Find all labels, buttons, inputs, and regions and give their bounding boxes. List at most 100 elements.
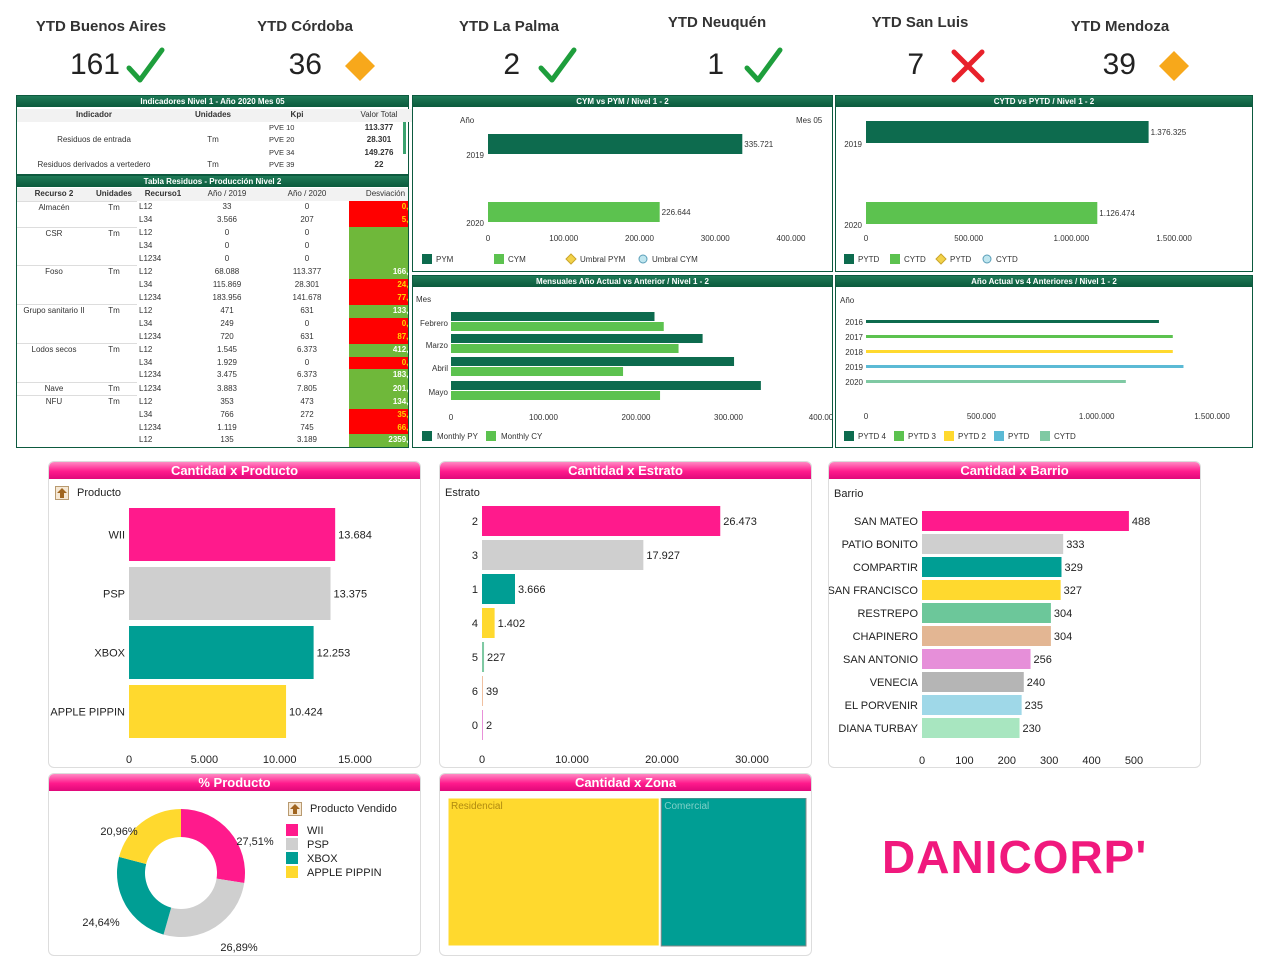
bar: [922, 649, 1031, 669]
legend-label: Monthly CY: [501, 432, 543, 441]
scrollbar[interactable]: [403, 122, 406, 154]
unidades-cell: Tm: [91, 343, 137, 357]
pct-producto-title: % Producto: [49, 774, 420, 791]
header-cell[interactable]: Kpi: [255, 109, 339, 122]
mensuales-chart-panel: Mensuales Año Actual vs Anterior / Nivel…: [412, 275, 833, 448]
data-label: 1.402: [498, 618, 526, 630]
bar: [922, 511, 1129, 531]
category-label: SAN ANTONIO: [843, 654, 918, 666]
drill-up-icon[interactable]: [55, 486, 69, 500]
header-cell[interactable]: Recurso 2: [17, 188, 91, 201]
legend-swatch: [844, 431, 854, 441]
bar: [866, 350, 1173, 353]
legend-label: PSP: [307, 839, 329, 851]
x-tick-label: 100.000: [549, 234, 578, 243]
y2019-cell: 720: [220, 331, 234, 341]
header-cell[interactable]: Indicador: [17, 109, 171, 122]
header-cell[interactable]: Desviación: [349, 188, 408, 201]
y2020-cell: 3.189: [296, 435, 318, 445]
x-tick-label: 1.000.000: [1054, 234, 1090, 243]
recurso2-cell: Foso: [17, 265, 91, 280]
diamond-icon: [345, 51, 375, 81]
desviacion-cell: 2359,3%: [349, 434, 408, 447]
unidades-cell: Tm: [91, 381, 137, 396]
kpi-title: YTD La Palma: [458, 18, 560, 35]
table-row: L1234 720 631 87,6%: [17, 330, 408, 344]
unidades-cell: [91, 318, 137, 331]
legend-swatch: [935, 253, 947, 265]
kpi-cell: PVE 34: [269, 147, 295, 157]
bar: [922, 626, 1051, 646]
y2019-cell: 249: [220, 318, 234, 328]
y2020-cell: 631: [300, 306, 314, 315]
data-label: 226.644: [662, 208, 691, 217]
legend-swatch: [944, 431, 954, 441]
y2019-cell: 115.869: [212, 280, 242, 290]
table-row: Residuos de entrada Tm PVE 10 113.377: [17, 122, 419, 145]
bar: [451, 357, 735, 366]
legend-swatch: [494, 254, 504, 264]
legend-label: PYM: [436, 255, 454, 264]
category-label: DIANA TURBAY: [838, 723, 918, 735]
table-row: L1234 3.475 6.373 183,4%: [17, 369, 408, 383]
desviacion-cell: 5,8%: [349, 214, 408, 228]
category-label: APPLE PIPPIN: [50, 707, 125, 719]
legend-swatch: [486, 431, 496, 441]
x-tick-label: 1.000.000: [1079, 412, 1115, 421]
pie-slice: [116, 856, 172, 935]
table-row: L34 3.566 207 5,8%: [17, 214, 408, 228]
recurso2-cell: [17, 318, 91, 331]
bar: [922, 718, 1020, 738]
x-tick-label: 300.000: [714, 413, 743, 422]
desviacion-cell: 133,9%: [349, 304, 408, 318]
recurso1-cell: L34: [139, 357, 153, 367]
header-cell[interactable]: Valor Total: [339, 109, 419, 122]
header-cell[interactable]: Año / 2020: [265, 188, 349, 201]
unidades-cell: [91, 357, 137, 370]
recurso1-cell: L12: [139, 267, 153, 277]
recurso2-cell: Nave: [17, 381, 91, 396]
legend-label: Umbral PYM: [580, 255, 626, 264]
header-cell[interactable]: Año / 2019: [189, 188, 265, 201]
x-tick-label: 400: [1082, 755, 1100, 767]
category-label: SAN MATEO: [854, 516, 918, 528]
x-tick-label: 10.000: [263, 754, 297, 766]
mensuales-chart-title: Mensuales Año Actual vs Anterior / Nivel…: [413, 276, 832, 287]
slice-label: 27,51%: [236, 836, 274, 848]
y2020-cell: 0: [304, 318, 310, 328]
y2019-cell: 3.883: [216, 383, 238, 393]
x-tick-label: 100.000: [529, 413, 558, 422]
data-label: 256: [1034, 654, 1052, 666]
x-tick-label: 300: [1040, 755, 1058, 767]
y2020-cell: 113.377: [292, 267, 322, 277]
kpi-value: 161: [69, 48, 120, 81]
recurso1-cell: L1234: [139, 370, 162, 380]
axis-label: Año: [460, 116, 475, 125]
recurso1-cell: L12: [139, 228, 153, 238]
recurso1-cell: L1234: [139, 422, 162, 432]
kpi-value: 1: [707, 48, 724, 81]
unidades-cell: Tm: [91, 226, 137, 241]
data-label: 17.927: [646, 550, 680, 562]
slice-label: 20,96%: [100, 826, 138, 838]
unidades-cell: [91, 279, 137, 292]
bar: [866, 380, 1126, 383]
legend-label: PYTD: [1008, 432, 1030, 441]
y2020-cell: 631: [300, 331, 314, 341]
y2020-cell: 0: [304, 241, 310, 251]
unidades-cell: [91, 422, 137, 435]
desviacion-cell: 87,6%: [349, 330, 408, 344]
check-mark: [538, 47, 577, 83]
x-tick-label: 100: [955, 755, 973, 767]
header-cell[interactable]: Unidades: [91, 188, 137, 201]
corner-label: Mes 05: [796, 116, 823, 125]
unidades-cell: [91, 330, 137, 343]
header-cell[interactable]: Recurso1: [137, 188, 189, 201]
table-row: Lodos secosTmL12 1.545 6.373 412,4%: [17, 343, 408, 357]
x-tick-label: 30.000: [735, 754, 769, 766]
header-cell[interactable]: Unidades: [171, 109, 255, 122]
legend-label: PYTD 2: [958, 432, 987, 441]
kpi-value: 36: [288, 48, 322, 81]
category-label: WII: [109, 530, 126, 542]
unidades-cell: Tm: [207, 135, 219, 144]
